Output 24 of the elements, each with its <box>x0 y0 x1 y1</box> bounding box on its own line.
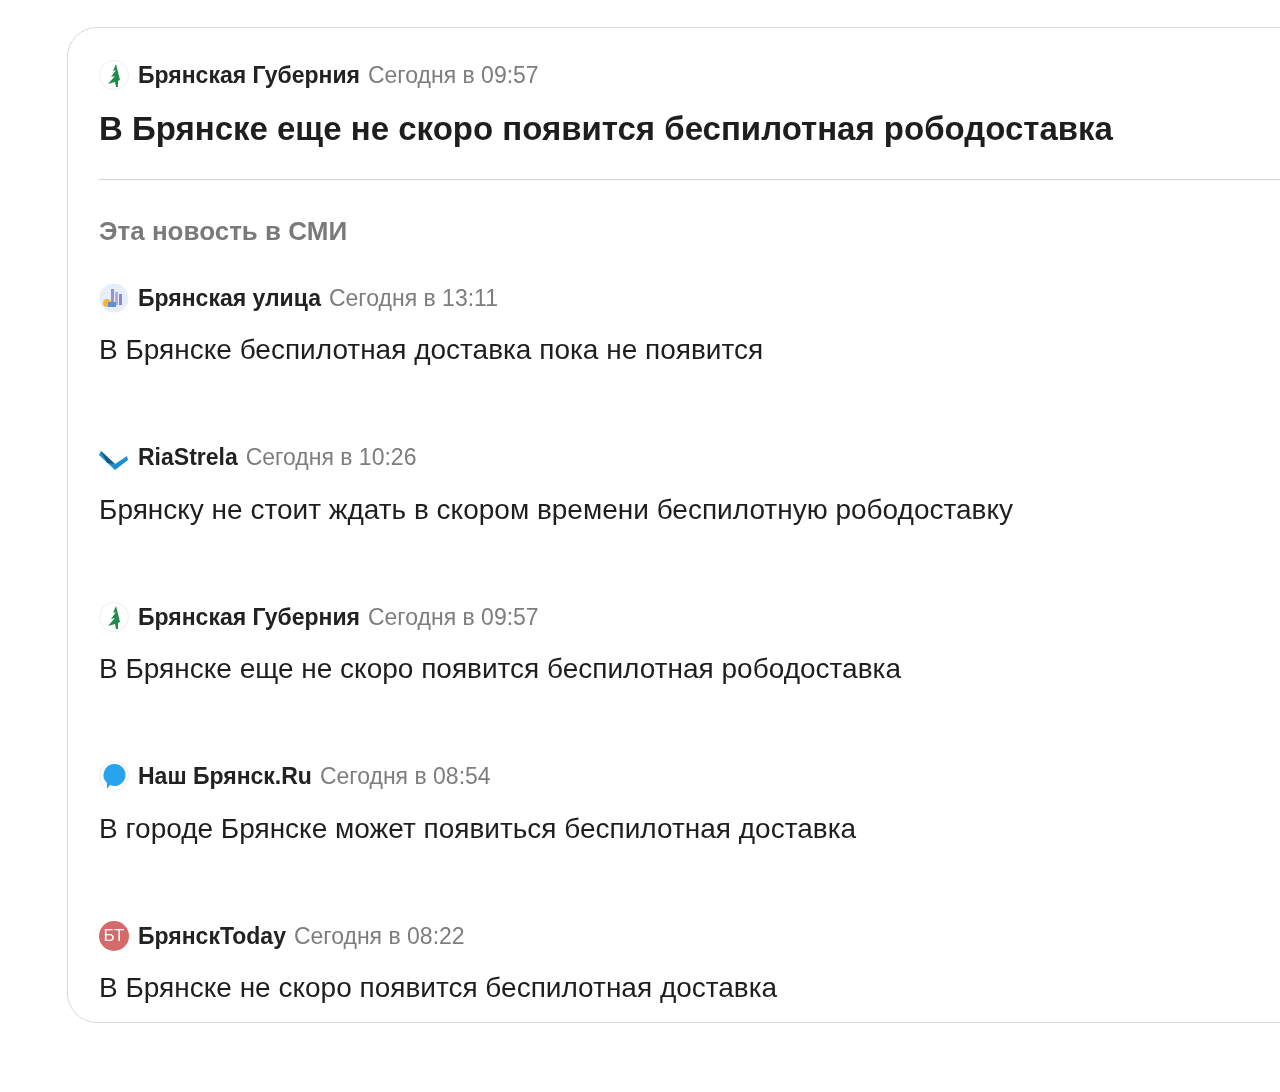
publish-time: Сегодня в 08:22 <box>293 921 465 951</box>
section-heading: Эта новость в СМИ <box>99 214 349 248</box>
publish-time: Сегодня в 09:57 <box>367 61 539 90</box>
news-title: В Брянске еще не скоро появится беспилотная рободоставка <box>99 108 1114 149</box>
publish-time: Сегодня в 10:26 <box>245 443 417 472</box>
city-logo-icon <box>99 282 129 313</box>
speech-bubble-icon <box>99 761 129 792</box>
news-headline-link[interactable]: В Брянске еще не скоро появится беспилотная рободоставка <box>99 651 1280 687</box>
source-name[interactable]: Брянская Губерния <box>138 599 360 634</box>
source-name[interactable]: Брянская Губерния <box>138 58 360 93</box>
source-name[interactable]: БрянскToday <box>138 918 286 953</box>
source-name[interactable]: RiaStrela <box>138 440 238 475</box>
source-name[interactable]: Наш Брянск.Ru <box>138 759 312 794</box>
news-headline-link[interactable]: В городе Брянске может появиться беспилотная доставка <box>99 810 1280 847</box>
source-name[interactable]: Брянская улица <box>138 280 321 315</box>
tree-logo-icon <box>99 60 129 91</box>
tree-logo-icon <box>99 601 129 632</box>
news-headline-link[interactable]: Брянску не стоит ждать в скором времени беспилотную рободоставку <box>99 491 1280 528</box>
logo-badge: БТ <box>99 920 129 951</box>
publish-time: Сегодня в 09:57 <box>367 602 539 632</box>
publish-time: Сегодня в 13:11 <box>328 283 498 313</box>
publish-time: Сегодня в 08:54 <box>319 762 491 791</box>
news-headline-link[interactable]: В Брянске беспилотная доставка пока не появится <box>99 332 1280 368</box>
news-headline-link[interactable]: В Брянске не скоро появится беспилотная доставка <box>99 970 1280 1006</box>
